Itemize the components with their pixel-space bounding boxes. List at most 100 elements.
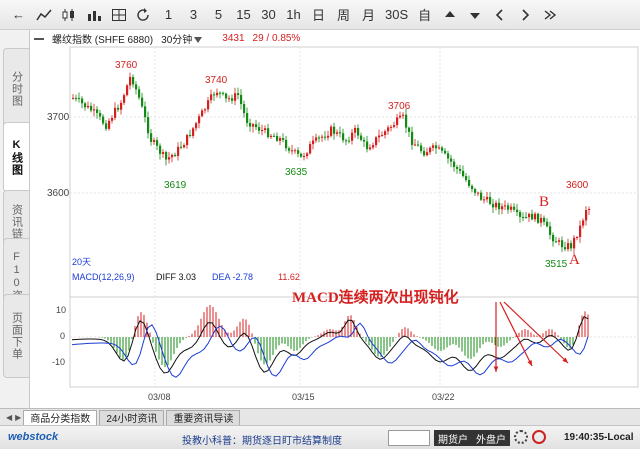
candle-body <box>72 97 75 99</box>
period-day-button[interactable]: 日 <box>306 3 331 27</box>
grid-icon[interactable] <box>106 3 131 27</box>
candle-body <box>468 179 471 186</box>
period-custom-button[interactable]: 自 <box>412 3 437 27</box>
candle-body <box>435 145 438 149</box>
candle-body <box>87 105 90 108</box>
candle-body <box>150 133 153 142</box>
macd-tick-0: 0 <box>60 331 65 341</box>
candle-body <box>84 103 87 108</box>
candle-body <box>582 220 585 226</box>
zoom-out-icon[interactable] <box>462 3 487 27</box>
candle-body <box>423 151 426 156</box>
left-tab-bar: 分时图 K线图 资讯链 F10资料 页面下单 <box>0 30 30 408</box>
candle-body <box>426 152 429 156</box>
period-1-button[interactable]: 1 <box>156 3 181 27</box>
period-1h-button[interactable]: 1h <box>281 3 306 27</box>
candle-body <box>255 124 258 128</box>
candle-body <box>441 147 444 151</box>
candle-body <box>363 139 366 142</box>
power-icon[interactable] <box>532 430 546 444</box>
candle-body <box>522 216 525 218</box>
candle-body <box>135 84 138 90</box>
candle-body <box>360 135 363 140</box>
candle-body <box>570 243 573 249</box>
tab-important-news[interactable]: 重要资讯导读 <box>166 409 241 425</box>
candle-body <box>213 94 216 96</box>
period-5-button[interactable]: 5 <box>206 3 231 27</box>
candle-body <box>558 240 561 242</box>
candle-body <box>156 140 159 146</box>
macd-diff-line <box>71 316 589 374</box>
tab-commodity-index[interactable]: 商品分类指数 <box>23 409 98 425</box>
candle-body <box>399 115 402 118</box>
annotation-3635: 3635 <box>285 167 308 178</box>
candle-body <box>237 93 240 95</box>
scroll-left-icon[interactable] <box>487 3 512 27</box>
date-tick-0308: 03/08 <box>148 392 171 402</box>
candle-body <box>447 153 450 159</box>
tab-intraday[interactable]: 分时图 <box>3 48 29 130</box>
refresh-icon[interactable] <box>131 3 156 27</box>
divergence-arrowhead <box>493 366 499 372</box>
candle-body <box>120 102 123 110</box>
gear-icon[interactable] <box>514 430 528 444</box>
back-arrow-icon[interactable]: ← <box>6 3 31 27</box>
candle-body <box>129 76 132 86</box>
candle-body <box>111 117 114 121</box>
candle-body <box>357 127 360 136</box>
candle-body <box>282 138 285 140</box>
candle-body <box>402 114 405 116</box>
line-chart-icon[interactable] <box>31 3 56 27</box>
tab-24h-news[interactable]: 24小时资讯 <box>99 409 165 425</box>
period-30-button[interactable]: 30 <box>256 3 281 27</box>
period-15-button[interactable]: 15 <box>231 3 256 27</box>
kline-chart[interactable]: 3700 3600 3760 3740 3706 3619 3635 3515 … <box>30 30 640 408</box>
foreign-account-button[interactable]: 外盘户 <box>472 430 510 446</box>
more-icon[interactable] <box>537 3 562 27</box>
candle-body <box>462 170 465 177</box>
candle-body <box>300 153 303 157</box>
period-3-button[interactable]: 3 <box>181 3 206 27</box>
candle-body <box>456 166 459 169</box>
candle-body <box>498 202 501 210</box>
candle-body <box>555 241 558 243</box>
candle-body <box>117 107 120 110</box>
period-week-button[interactable]: 周 <box>331 3 356 27</box>
candle-body <box>405 114 408 128</box>
candle-body <box>486 196 489 200</box>
candle-body <box>339 132 342 134</box>
candle-body <box>132 76 135 85</box>
candle-body <box>93 109 96 111</box>
candle-body <box>396 117 399 126</box>
tab-kline[interactable]: K线图 <box>3 122 29 192</box>
futures-account-button[interactable]: 期货户 <box>434 430 472 446</box>
candle-body <box>534 213 537 220</box>
scroll-right-icon[interactable] <box>512 3 537 27</box>
candle-body <box>105 123 108 129</box>
tab-scroll-left-icon[interactable]: ◀ <box>6 413 12 422</box>
candlestick-icon[interactable] <box>56 3 81 27</box>
candle-body <box>273 135 276 137</box>
date-tick-0322: 03/22 <box>432 392 455 402</box>
candle-body <box>567 243 570 250</box>
bottom-tab-bar: ◀ ▶ 商品分类指数 24小时资讯 重要资讯导读 <box>0 408 640 425</box>
candle-body <box>471 185 474 190</box>
candle-body <box>288 148 291 151</box>
candle-body <box>252 124 255 127</box>
education-tip[interactable]: 投教小科普：期货逐日盯市结算制度 <box>182 432 342 447</box>
bar-chart-icon[interactable] <box>81 3 106 27</box>
candle-body <box>276 135 279 141</box>
candle-body <box>162 152 165 154</box>
candle-body <box>489 196 492 204</box>
candle-body <box>336 132 339 134</box>
candle-body <box>531 213 534 220</box>
candle-body <box>210 94 213 101</box>
period-30s-button[interactable]: 30S <box>381 3 412 27</box>
tab-order[interactable]: 页面下单 <box>3 294 29 378</box>
period-month-button[interactable]: 月 <box>356 3 381 27</box>
candle-body <box>291 150 294 152</box>
candle-body <box>432 145 435 148</box>
status-input[interactable] <box>388 430 430 446</box>
zoom-in-icon[interactable] <box>437 3 462 27</box>
tab-scroll-right-icon[interactable]: ▶ <box>15 413 21 422</box>
